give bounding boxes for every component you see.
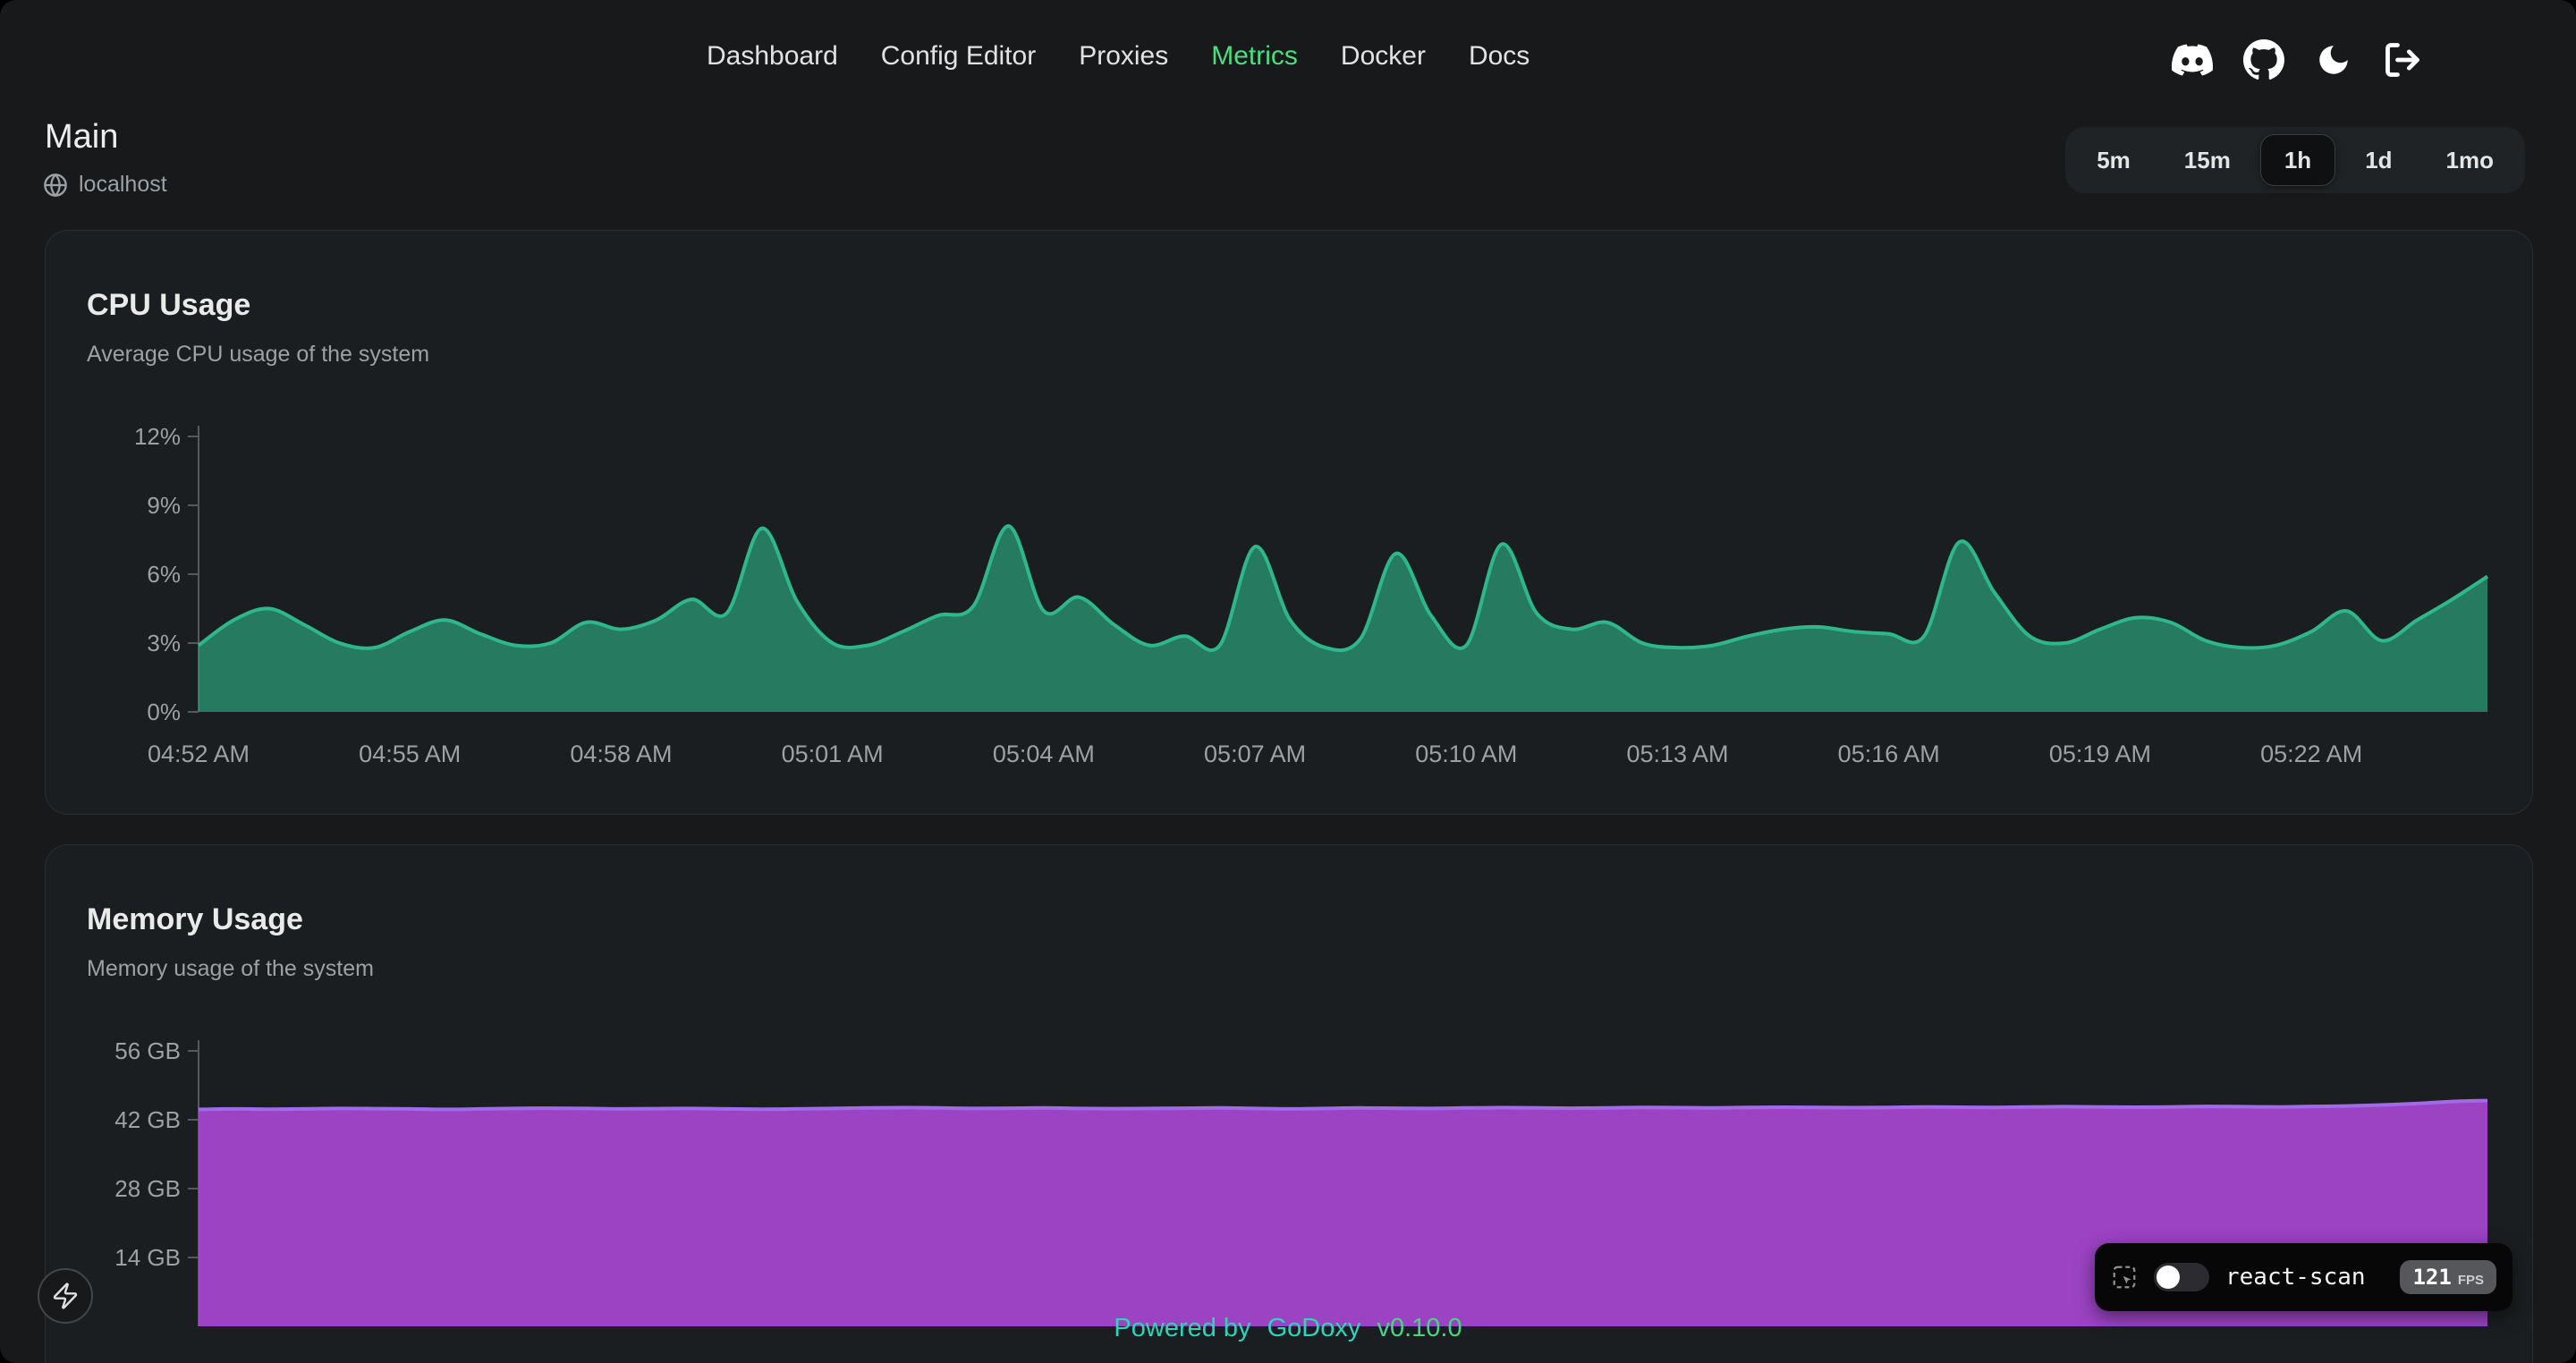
memory-usage-ytick: 42 GB (114, 1106, 181, 1133)
time-range-1mo[interactable]: 1mo (2422, 134, 2518, 186)
time-range-15m[interactable]: 15m (2160, 134, 2255, 186)
fps-value: 121 (2412, 1265, 2451, 1290)
app-root: Dashboard Config Editor Proxies Metrics Dock… (0, 0, 2576, 1363)
cpu-usage-ytick: 9% (147, 492, 181, 519)
quick-actions-button[interactable] (38, 1268, 93, 1324)
nav-item-dashboard[interactable]: Dashboard (707, 41, 838, 72)
cpu-usage-xlabel: 05:01 AM (782, 741, 884, 767)
fps-unit: FPS (2458, 1273, 2484, 1288)
toggle-knob (2157, 1266, 2180, 1289)
cpu-usage-card: CPU Usage Average CPU usage of the syste… (45, 230, 2533, 815)
cpu-usage-xlabel: 05:07 AM (1204, 741, 1306, 767)
version-text: v0.10.0 (1377, 1314, 1462, 1342)
dark-mode-moon-icon (2315, 41, 2352, 79)
cpu-usage-ytick: 3% (147, 630, 181, 656)
cpu-usage-xlabel: 05:04 AM (993, 741, 1095, 767)
hostname-label: localhost (79, 172, 167, 198)
cpu-usage-ytick: 0% (147, 698, 181, 725)
globe-icon (43, 173, 68, 198)
react-scan-label: react-scan (2225, 1264, 2384, 1291)
top-nav: Dashboard Config Editor Proxies Metrics Dock… (707, 41, 1530, 72)
theme-toggle-button[interactable] (2315, 41, 2352, 79)
cpu-usage-xlabel: 05:16 AM (1838, 741, 1940, 767)
nav-item-config-editor[interactable]: Config Editor (881, 41, 1036, 72)
react-scan-toggle[interactable] (2154, 1263, 2209, 1291)
time-range-1h[interactable]: 1h (2260, 134, 2335, 186)
cpu-usage-xlabel: 05:19 AM (2049, 741, 2151, 767)
inspect-icon (2111, 1264, 2138, 1291)
nav-item-metrics[interactable]: Metrics (1211, 41, 1298, 72)
cpu-usage-xlabel: 05:10 AM (1415, 741, 1517, 767)
page-title: Main (45, 118, 118, 157)
host-row: localhost (43, 172, 167, 198)
cpu-usage-svg: 0% 3% 6% 9% 12% 04:52 AM 04:55 AM 04:58 AM 05:01… (46, 231, 2532, 814)
nav-item-docs[interactable]: Docs (1469, 41, 1530, 72)
memory-usage-ytick: 14 GB (114, 1244, 181, 1271)
footer: Powered by GoDoxy v0.10.0 (0, 1314, 2576, 1343)
lightning-bolt-icon (51, 1282, 80, 1310)
cpu-usage-xlabel: 04:58 AM (570, 741, 672, 767)
cpu-usage-ytick: 6% (147, 561, 181, 588)
react-scan-inspect-button[interactable] (2111, 1264, 2138, 1291)
cpu-usage-chart: 0% 3% 6% 9% 12% 04:52 AM 04:55 AM 04:58 AM 05:01… (46, 231, 2532, 814)
time-range-5m[interactable]: 5m (2072, 134, 2155, 186)
discord-button[interactable] (2172, 39, 2213, 80)
cpu-usage-xlabel: 05:22 AM (2260, 741, 2362, 767)
powered-by-text: Powered by (1114, 1314, 1250, 1342)
nav-item-proxies[interactable]: Proxies (1079, 41, 1168, 72)
fps-badge: 121 FPS (2400, 1260, 2496, 1294)
memory-usage-line (199, 1101, 2487, 1110)
time-range-selector: 5m15m1h1d1mo (2065, 127, 2525, 193)
react-scan-toolbar: react-scan 121 FPS (2095, 1243, 2512, 1311)
nav-item-docker[interactable]: Docker (1341, 41, 1426, 72)
github-button[interactable] (2243, 39, 2284, 80)
godoxy-link[interactable]: GoDoxy (1267, 1314, 1361, 1342)
time-range-1d[interactable]: 1d (2341, 134, 2416, 186)
logout-button[interactable] (2383, 40, 2422, 80)
logout-icon (2383, 40, 2422, 80)
header-icons (2172, 39, 2422, 80)
memory-usage-ytick: 56 GB (114, 1037, 181, 1064)
cpu-usage-ytick: 12% (134, 423, 181, 450)
cpu-usage-xlabel: 04:55 AM (359, 741, 461, 767)
github-icon (2243, 39, 2284, 80)
discord-icon (2172, 39, 2213, 80)
cpu-usage-xlabel: 04:52 AM (148, 741, 250, 767)
cpu-usage-xlabel: 05:13 AM (1626, 741, 1728, 767)
memory-usage-ytick: 28 GB (114, 1175, 181, 1202)
